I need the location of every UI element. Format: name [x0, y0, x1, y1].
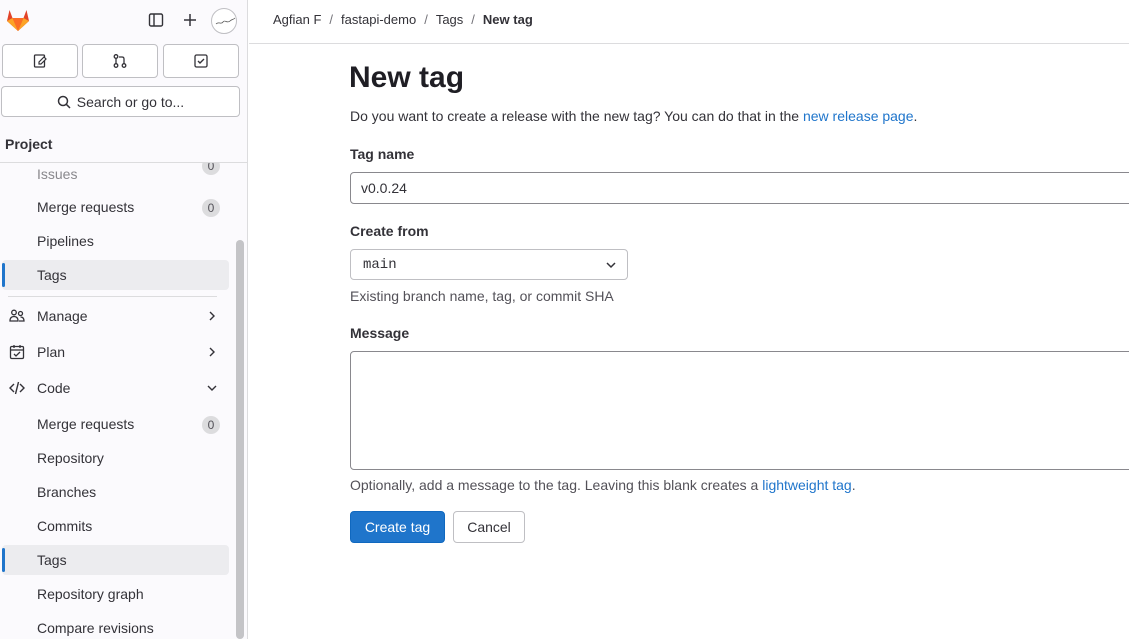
message-help-end: .: [851, 477, 856, 493]
search-icon: [57, 95, 71, 109]
sidebar-item-label: Merge requests: [37, 416, 135, 432]
todos-quick-button[interactable]: [163, 44, 239, 78]
breadcrumb-separator: /: [329, 12, 334, 27]
count-badge: 0: [202, 199, 220, 217]
tag-name-input[interactable]: [350, 172, 1129, 204]
app: Search or go to... Project Issues 0 Merg…: [0, 0, 1129, 639]
sidebar-item-repository[interactable]: Repository: [2, 443, 229, 473]
gitlab-logo-icon[interactable]: [5, 7, 31, 33]
sidebar-section-label: Manage: [37, 308, 88, 324]
sidebar-item-compare-revisions[interactable]: Compare revisions: [2, 613, 229, 639]
sidebar-item-label: Tags: [37, 267, 67, 283]
sidebar-item-label: Branches: [37, 484, 97, 500]
sidebar-item-label: Issues: [37, 166, 78, 182]
sidebar-item-repository-graph[interactable]: Repository graph: [2, 579, 229, 609]
sidebar-toggle-icon[interactable]: [145, 9, 167, 31]
breadcrumb: Agfian F / fastapi-demo / Tags / New tag: [273, 12, 533, 27]
breadcrumb-current[interactable]: New tag: [483, 12, 533, 27]
create-from-help: Existing branch name, tag, or commit SHA: [350, 288, 614, 304]
breadcrumb-separator: /: [424, 12, 428, 27]
message-help: Optionally, add a message to the tag. Le…: [350, 477, 856, 493]
message-label: Message: [350, 325, 410, 341]
avatar[interactable]: [211, 8, 237, 34]
new-release-page-link[interactable]: new release page: [803, 108, 914, 124]
breadcrumb-separator: /: [471, 12, 475, 27]
desc-text: Do you want to create a release with the…: [350, 108, 803, 124]
sidebar-item-label: Tags: [37, 552, 67, 568]
create-from-dropdown[interactable]: main: [350, 249, 628, 280]
todo-icon: [194, 54, 208, 68]
page-title: New tag: [349, 61, 465, 94]
sidebar-item-tags[interactable]: Tags: [2, 545, 229, 575]
page-description: Do you want to create a release with the…: [350, 108, 917, 124]
sidebar-item-label: Pipelines: [37, 233, 94, 249]
sidebar-nav: Issues 0 Merge requests 0 Pipelines Tags…: [0, 163, 236, 639]
sidebar-topbar: [0, 0, 247, 40]
breadcrumb-user[interactable]: Agfian F: [273, 12, 321, 27]
sidebar-section-manage[interactable]: Manage: [2, 301, 229, 331]
sidebar-item-label: Merge requests: [37, 199, 135, 215]
issues-icon: [33, 54, 47, 68]
chevron-down-icon: [207, 385, 217, 391]
header-divider: [249, 43, 1129, 44]
sidebar-section-label: Plan: [37, 344, 66, 360]
count-badge: 0: [202, 163, 220, 175]
breadcrumb-tags[interactable]: Tags: [436, 12, 463, 27]
desc-text-end: .: [913, 108, 918, 124]
sidebar-item-tags-pinned[interactable]: Tags: [2, 260, 229, 290]
sidebar-scrollbar[interactable]: [236, 240, 244, 639]
count-badge: 0: [202, 416, 220, 434]
sidebar: Search or go to... Project Issues 0 Merg…: [0, 0, 248, 639]
tag-name-label: Tag name: [350, 146, 415, 162]
sidebar-item-merge-requests-top[interactable]: Merge requests 0: [2, 192, 229, 222]
calendar-icon: [9, 345, 25, 360]
message-textarea[interactable]: [350, 351, 1129, 470]
issues-quick-button[interactable]: [2, 44, 78, 78]
sidebar-section-code[interactable]: Code: [2, 373, 229, 403]
cancel-button[interactable]: Cancel: [453, 511, 525, 543]
sidebar-item-pipelines[interactable]: Pipelines: [2, 226, 229, 256]
lightweight-tag-link[interactable]: lightweight tag: [762, 477, 852, 493]
sidebar-heading: Project: [5, 136, 53, 152]
chevron-right-icon: [209, 347, 215, 357]
message-help-text: Optionally, add a message to the tag. Le…: [350, 477, 763, 493]
sidebar-item-commits[interactable]: Commits: [2, 511, 229, 541]
chevron-right-icon: [209, 311, 215, 321]
users-icon: [9, 309, 25, 322]
create-from-value: main: [363, 256, 397, 273]
merge-requests-quick-button[interactable]: [82, 44, 158, 78]
code-icon: [9, 381, 25, 395]
sidebar-section-plan[interactable]: Plan: [2, 337, 229, 367]
plus-icon[interactable]: [179, 9, 201, 31]
create-tag-button[interactable]: Create tag: [350, 511, 445, 543]
sidebar-item-label: Repository graph: [37, 586, 144, 602]
sidebar-item-label: Commits: [37, 518, 93, 534]
sidebar-item-label: Repository: [37, 450, 104, 466]
search-label: Search or go to...: [76, 93, 185, 110]
divider: [8, 296, 217, 297]
merge-request-icon: [113, 54, 127, 68]
breadcrumb-project[interactable]: fastapi-demo: [341, 12, 416, 27]
create-from-label: Create from: [350, 223, 429, 239]
sidebar-item-issues[interactable]: Issues 0: [2, 163, 229, 189]
search-button[interactable]: Search or go to...: [1, 86, 240, 117]
sidebar-item-merge-requests[interactable]: Merge requests 0: [2, 409, 229, 439]
chevron-down-icon: [606, 262, 616, 269]
sidebar-item-branches[interactable]: Branches: [2, 477, 229, 507]
sidebar-item-label: Compare revisions: [37, 620, 154, 636]
sidebar-section-label: Code: [37, 380, 71, 396]
